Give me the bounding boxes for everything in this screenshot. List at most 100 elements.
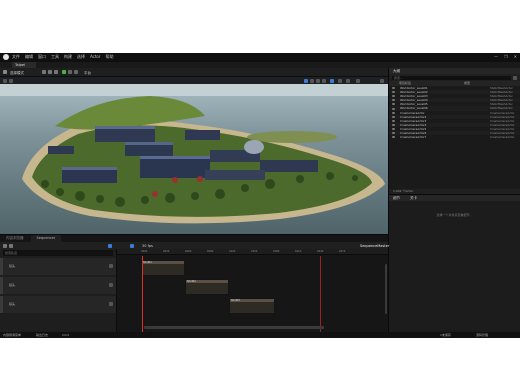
viewport-menu-icon[interactable] (3, 78, 7, 83)
visibility-eye-icon[interactable] (392, 136, 395, 139)
outliner-row[interactable]: CineCameraActor7 CineCameraActor (389, 135, 520, 139)
viewport-layout-icon[interactable] (380, 78, 384, 83)
timeline[interactable]: 0000 0030 0060 0090 0120 0150 0180 0210 0240 0270… (117, 249, 388, 338)
menu-edit[interactable]: 编辑 (25, 54, 33, 60)
shot-track[interactable]: 镜头 (0, 277, 116, 294)
menu-help[interactable]: 帮助 (106, 54, 114, 60)
mode-selector[interactable]: 选择模式 (10, 70, 24, 76)
shot-label: Shot02 (186, 280, 228, 283)
track-options-icon[interactable] (109, 264, 113, 268)
ruler-tick-label: 0150 (251, 250, 258, 253)
platforms-menu[interactable]: 平台 (84, 70, 91, 76)
snap-scale-icon[interactable] (346, 78, 350, 83)
track-label: 镜头 (9, 283, 16, 287)
timeline-tracks: Shot01 Shot02 Shot03 (117, 256, 388, 332)
actor-name: CineCameraActor7 (400, 135, 427, 140)
outliner-search-row: 搜索... (389, 74, 520, 81)
save-sequence-icon[interactable] (3, 243, 7, 248)
end-marker[interactable] (320, 256, 321, 332)
tab-content-browser[interactable]: 内容浏览器 (0, 235, 30, 242)
editor-window: 文件 编辑 窗口 工具 构建 选择 Actor 帮助 — ❐ ✕ Taipei … (0, 53, 520, 338)
source-control-button[interactable]: 源码管理 (476, 332, 488, 338)
track-options-icon[interactable] (109, 302, 113, 306)
sequence-name[interactable]: SequenceMaster (360, 243, 389, 249)
visibility-eye-icon[interactable] (392, 87, 395, 90)
menu-file[interactable]: 文件 (12, 54, 20, 60)
menu-window[interactable]: 窗口 (38, 54, 46, 60)
save-icon[interactable] (3, 70, 7, 74)
visibility-eye-icon[interactable] (392, 95, 395, 98)
tab-details[interactable]: 细节 (393, 195, 400, 201)
close-button[interactable]: ✕ (514, 54, 517, 60)
sequencer-toolbar: 30 fps SequenceMaster (0, 242, 389, 249)
key-icon[interactable] (108, 243, 112, 248)
outliner-list: WorldActor_Level01 StaticMeshActor WorldAc… (389, 86, 520, 139)
visibility-eye-icon[interactable] (392, 111, 395, 114)
output-log-button[interactable]: 输出日志 (36, 332, 48, 338)
viewport-toolbar (0, 77, 388, 84)
sequencer-tabs: 内容浏览器 Sequencer (0, 235, 388, 242)
maximize-button[interactable]: ❐ (504, 54, 508, 60)
level-viewport[interactable] (0, 77, 388, 234)
minimize-button[interactable]: — (494, 54, 498, 60)
blueprint-icon[interactable] (48, 70, 52, 74)
ruler-tick-label: 0030 (163, 250, 170, 253)
play-icon[interactable] (62, 70, 66, 74)
snap-rotate-icon[interactable] (338, 78, 342, 83)
visibility-eye-icon[interactable] (392, 103, 395, 106)
menu-tools[interactable]: 工具 (51, 54, 59, 60)
unreal-logo (3, 54, 9, 60)
tab-level[interactable]: 关卡 (410, 195, 417, 201)
select-tool-icon[interactable] (304, 78, 308, 83)
move-tool-icon[interactable] (310, 78, 314, 83)
pause-icon[interactable] (68, 70, 72, 74)
status-bar: 内容侧滑菜单 输出日志 Cmd 1未保存 源码管理 (0, 332, 520, 338)
time-ruler[interactable]: 0000 0030 0060 0090 0120 0150 0180 0210 0240 0270 (117, 249, 388, 255)
stop-icon[interactable] (74, 70, 78, 74)
visibility-eye-icon[interactable] (392, 107, 395, 110)
details-panel: 细节 关卡 选择一个对象来查看细节。 (388, 194, 520, 338)
snap-icon[interactable] (130, 243, 134, 248)
content-drawer-button[interactable]: 内容侧滑菜单 (3, 332, 21, 338)
shot-clip[interactable]: Shot03 (229, 298, 275, 314)
filter-icon[interactable] (513, 75, 517, 80)
menu-actor[interactable]: Actor (90, 54, 101, 60)
visibility-eye-icon[interactable] (392, 127, 395, 130)
timeline-horizontal-scrollbar[interactable] (144, 326, 324, 329)
menu-select[interactable]: 选择 (77, 54, 85, 60)
ruler-tick-label: 0210 (295, 250, 302, 253)
unsaved-indicator[interactable]: 1未保存 (440, 332, 451, 338)
fps-selector[interactable]: 30 fps (142, 243, 153, 249)
visibility-eye-icon[interactable] (392, 91, 395, 94)
visibility-eye-icon[interactable] (392, 99, 395, 102)
tab-sequencer[interactable]: Sequencer (30, 235, 62, 242)
visibility-eye-icon[interactable] (392, 132, 395, 135)
title-bar: 文件 编辑 窗口 工具 构建 选择 Actor 帮助 — ❐ ✕ (0, 53, 520, 62)
scale-tool-icon[interactable] (322, 78, 326, 83)
visibility-eye-icon[interactable] (392, 115, 395, 118)
add-track-icon[interactable] (9, 243, 13, 248)
perspective-icon[interactable] (9, 78, 13, 83)
shot-clip[interactable]: Shot02 (185, 279, 229, 295)
window-controls: — ❐ ✕ (494, 54, 517, 60)
timeline-vertical-scrollbar[interactable] (385, 264, 387, 314)
track-search-input[interactable]: 搜索轨道 (3, 250, 113, 256)
outliner-search-input[interactable]: 搜索... (392, 75, 511, 80)
playhead[interactable] (142, 256, 143, 332)
shot-clip[interactable]: Shot01 (141, 260, 185, 276)
add-actor-icon[interactable] (42, 70, 46, 74)
cmd-input[interactable]: Cmd (62, 332, 69, 338)
shot-track[interactable]: 镜头 (0, 258, 116, 275)
visibility-eye-icon[interactable] (392, 123, 395, 126)
camera-speed-icon[interactable] (356, 78, 360, 83)
shot-track[interactable]: 镜头 (0, 296, 116, 313)
visibility-eye-icon[interactable] (392, 119, 395, 122)
ruler-tick-label: 0000 (141, 250, 148, 253)
menu-build[interactable]: 构建 (64, 54, 72, 60)
cinematics-icon[interactable] (54, 70, 58, 74)
snap-grid-icon[interactable] (330, 78, 334, 83)
outliner-panel: 大纲 搜索... 项目标签 类型 WorldActor_Level01 Stati… (388, 68, 520, 194)
track-options-icon[interactable] (109, 283, 113, 287)
island-scene-render (0, 84, 388, 234)
rotate-tool-icon[interactable] (316, 78, 320, 83)
